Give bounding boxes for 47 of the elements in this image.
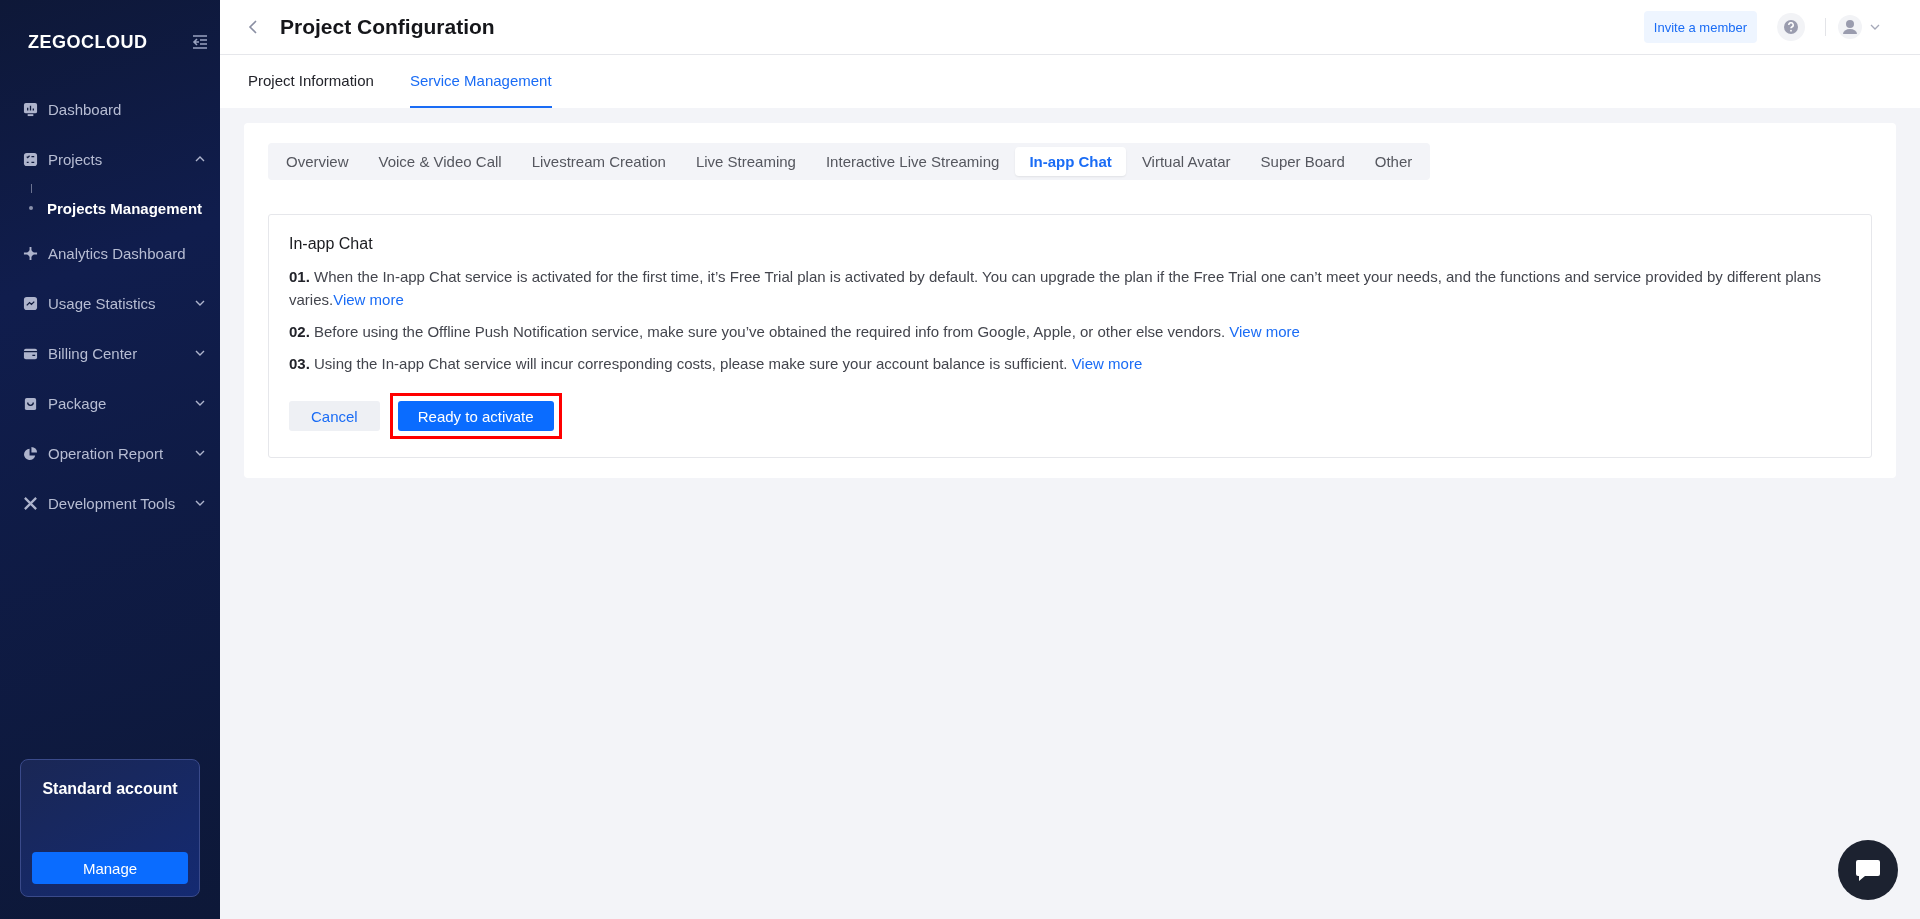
sidebar-item[interactable]: Billing Center: [0, 328, 220, 378]
cancel-button[interactable]: Cancel: [289, 401, 380, 431]
chat-bubble-icon: [1855, 858, 1881, 882]
sidebar-subitem[interactable]: Projects Management: [0, 196, 220, 220]
sidebar-item[interactable]: Dashboard: [0, 84, 220, 134]
sidebar-item[interactable]: Projects: [0, 134, 220, 184]
back-icon[interactable]: [248, 19, 258, 35]
service-tab[interactable]: Virtual Avatar: [1127, 147, 1245, 176]
logo: ZEGOCLOUD: [28, 31, 148, 53]
service-tab[interactable]: Interactive Live Streaming: [811, 147, 1014, 176]
view-more-link[interactable]: View more: [1071, 355, 1143, 372]
help-icon[interactable]: [1777, 13, 1805, 41]
account-title: Standard account: [42, 780, 178, 799]
crosshair-icon: [23, 245, 38, 261]
service-tab[interactable]: Super Board: [1246, 147, 1359, 176]
note-text: 03. Using the In-app Chat service will incur corresponding costs, please make sure your account balance is sufficient. View more: [289, 354, 1144, 374]
sidebar-item[interactable]: Operation Report: [0, 428, 220, 478]
tab[interactable]: Service Management: [409, 55, 552, 108]
sidebar-item[interactable]: Usage Statistics: [0, 278, 220, 328]
invite-member-button[interactable]: Invite a member: [1643, 11, 1757, 43]
service-tab[interactable]: Live Streaming: [681, 147, 810, 176]
tab[interactable]: Project Information: [248, 55, 374, 108]
collapse-menu-icon[interactable]: [192, 35, 208, 49]
view-more-link[interactable]: View more: [333, 291, 404, 308]
monitor-icon: [23, 101, 38, 117]
card-title: In-app Chat: [289, 235, 374, 253]
service-tab[interactable]: Livestream Creation: [517, 147, 680, 176]
note-text: 01. When the In-app Chat service is activated for the first time, it’s Free Trial plan is activated by default. You can upgrade the plan if the Free Trial one can’t meet your needs, and the functions and service provided by different plans varies.View more: [289, 267, 1822, 310]
view-more-link[interactable]: View more: [1229, 323, 1300, 340]
chat-button[interactable]: [1838, 840, 1898, 900]
avatar-icon[interactable]: [1838, 15, 1862, 39]
service-tab[interactable]: Voice & Video Call: [364, 147, 516, 176]
manage-button[interactable]: Manage: [32, 852, 188, 884]
service-tab[interactable]: In-app Chat: [1015, 147, 1126, 176]
bag-icon: [23, 395, 38, 411]
line-chart-icon: [23, 295, 38, 311]
sidebar-item[interactable]: Analytics Dashboard: [0, 228, 220, 278]
page-title: Project Configuration: [280, 15, 495, 39]
note-text: 02. Before using the Offline Push Notification service, make sure you’ve obtained the required info from Google, Apple, or other else vendors. View more: [289, 322, 1301, 342]
sidebar-item[interactable]: Development Tools: [0, 478, 220, 528]
service-tab[interactable]: Overview: [272, 147, 363, 176]
caret-icon[interactable]: [1870, 24, 1880, 30]
checklist-icon: [23, 151, 38, 167]
activate-button[interactable]: Ready to activate: [397, 401, 554, 431]
sidebar-item[interactable]: Package: [0, 378, 220, 428]
service-tab[interactable]: Other: [1360, 147, 1427, 176]
pie-chart-icon: [23, 445, 38, 461]
